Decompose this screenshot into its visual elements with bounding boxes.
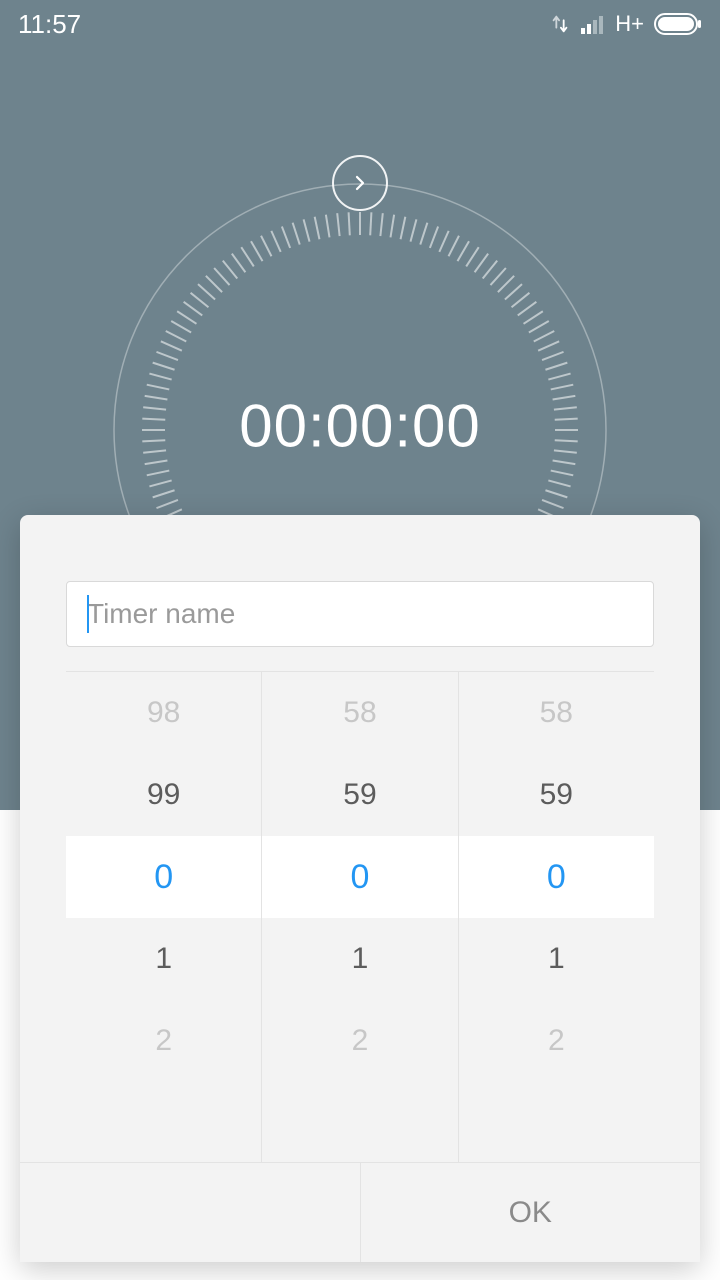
- time-display: 00:00:00: [239, 392, 481, 461]
- picker-item: 58: [459, 672, 654, 754]
- timer-name-input[interactable]: [66, 581, 654, 647]
- text-caret: [87, 595, 89, 633]
- picker-item-selected: 0: [459, 836, 654, 918]
- data-arrows-icon: [549, 13, 571, 35]
- picker-item-selected: 0: [66, 836, 261, 918]
- picker-item: 1: [66, 918, 261, 1000]
- picker-item: 1: [262, 918, 457, 1000]
- picker-item: 1: [459, 918, 654, 1000]
- chevron-right-icon: [351, 174, 369, 192]
- expand-button[interactable]: [332, 155, 388, 211]
- ok-button[interactable]: OK: [360, 1163, 701, 1262]
- picker-item: 99: [66, 754, 261, 836]
- network-label: H+: [615, 11, 644, 37]
- signal-icon: [581, 14, 605, 34]
- status-right: H+: [549, 11, 702, 37]
- status-time: 11:57: [18, 9, 81, 40]
- picker-item-selected: 0: [262, 836, 457, 918]
- timer-dialog: 98 99 0 1 2 58 59 0 1 2 58 59 0 1: [20, 515, 700, 1262]
- dialog-top: [20, 515, 700, 671]
- picker-item: 58: [262, 672, 457, 754]
- cancel-button[interactable]: [20, 1163, 360, 1262]
- picker-item: 2: [262, 1000, 457, 1082]
- picker-item: 59: [459, 754, 654, 836]
- picker-item: 59: [262, 754, 457, 836]
- battery-icon: [654, 13, 702, 35]
- time-pickers: 98 99 0 1 2 58 59 0 1 2 58 59 0 1: [66, 671, 654, 1162]
- dialog-buttons: OK: [20, 1162, 700, 1262]
- hours-picker[interactable]: 98 99 0 1 2: [66, 672, 261, 1162]
- status-bar: 11:57 H+: [0, 0, 720, 48]
- picker-item: 2: [66, 1000, 261, 1082]
- seconds-picker[interactable]: 58 59 0 1 2: [458, 672, 654, 1162]
- minutes-picker[interactable]: 58 59 0 1 2: [261, 672, 457, 1162]
- picker-item: 2: [459, 1000, 654, 1082]
- picker-item: 98: [66, 672, 261, 754]
